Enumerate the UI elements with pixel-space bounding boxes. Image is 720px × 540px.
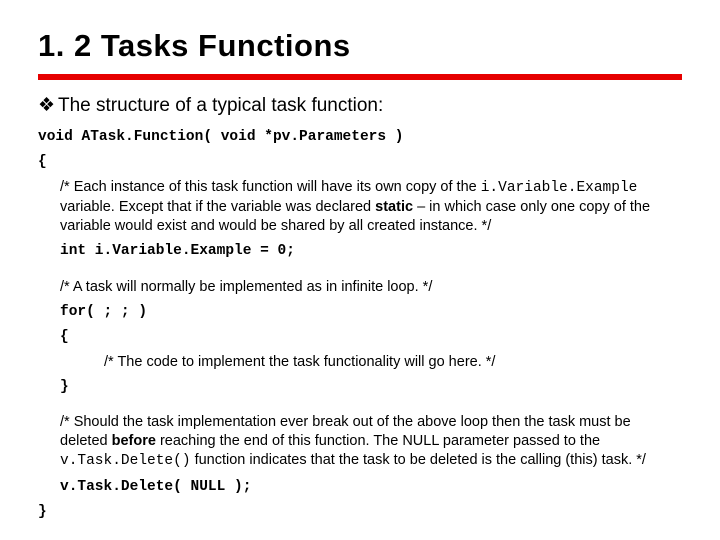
code-signature: void ATask.Function( void *pv.Parameters… [38,128,682,147]
static-keyword: static [375,199,413,215]
code-for-open: { [38,328,682,347]
text: variable. Except that if the variable wa… [60,199,375,215]
text: reaching the end of this function. The N… [160,433,600,449]
code-for-close: } [38,378,682,397]
text: /* Each instance of this task function w… [60,179,481,195]
code-brace-close: } [38,503,682,522]
code-comment-delete: /* Should the task implementation ever b… [38,413,682,471]
code-block: void ATask.Function( void *pv.Parameters… [38,128,682,522]
bullet-item: ❖ The structure of a typical task functi… [38,94,682,118]
text: function indicates that the task to be d… [195,452,646,468]
page-title: 1. 2 Tasks Functions [38,28,682,64]
title-divider [38,74,682,80]
before-keyword: before [112,433,156,449]
slide: 1. 2 Tasks Functions ❖ The structure of … [0,0,720,540]
code-decl: int i.Variable.Example = 0; [38,242,682,261]
inline-code-vtaskdelete: v.Task.Delete() [60,453,191,469]
code-comment-loop: /* A task will normally be implemented a… [38,278,682,297]
bullet-mark-icon: ❖ [38,94,58,117]
bullet-text: The structure of a typical task function… [58,94,682,118]
code-brace-open: { [38,153,682,172]
code-comment-instance: /* Each instance of this task function w… [38,178,682,236]
inline-code-ivar: i.Variable.Example [481,180,638,196]
code-for: for( ; ; ) [38,303,682,322]
code-comment-body: /* The code to implement the task functi… [38,353,682,372]
code-delete-call: v.Task.Delete( NULL ); [38,478,682,497]
